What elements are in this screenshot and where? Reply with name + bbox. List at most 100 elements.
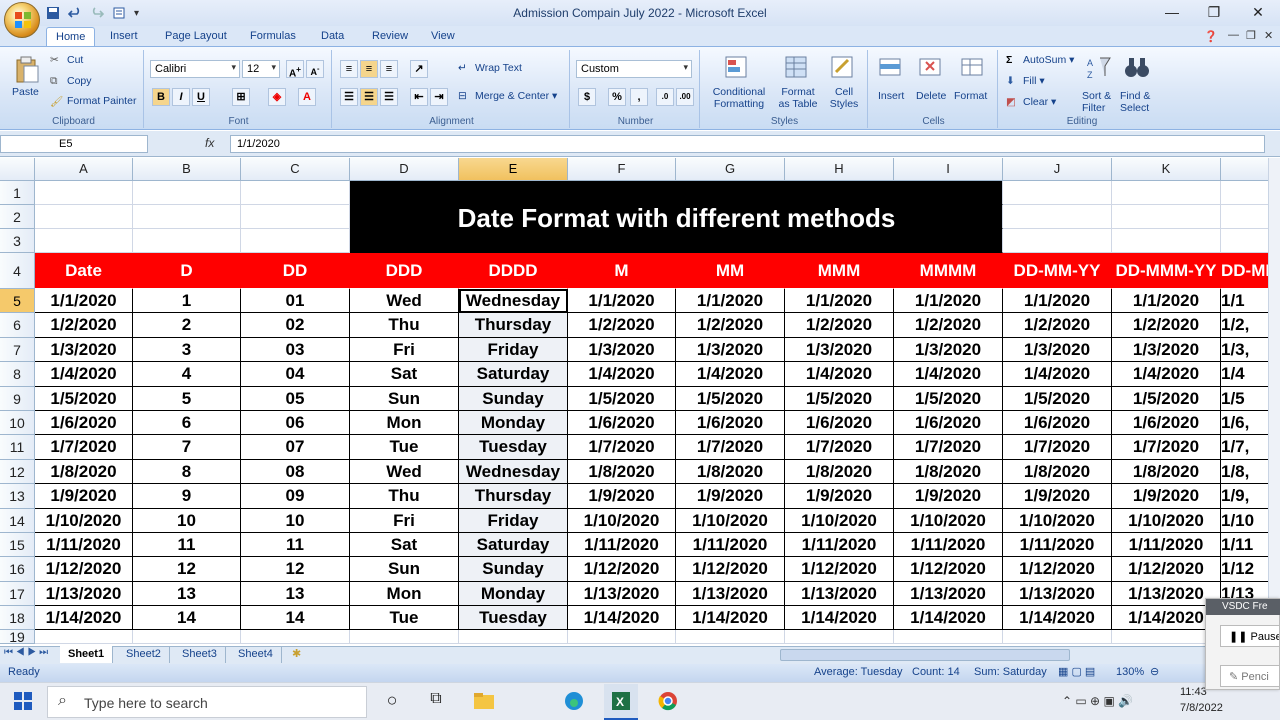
day-cell[interactable]: 10 [133, 508, 241, 533]
formatted-date-cell[interactable]: 1/13/2020 [785, 581, 894, 607]
formatted-date-cell[interactable]: 1/7/2020 [676, 435, 785, 460]
weekday-short-cell[interactable]: Sat [350, 362, 459, 387]
row-header[interactable]: 7 [0, 337, 35, 363]
formatted-date-cell[interactable]: 1/6/2020 [676, 410, 785, 436]
row-header[interactable]: 5 [0, 289, 35, 314]
formatted-date-cell[interactable]: 1/6/2020 [1112, 410, 1221, 436]
formatted-date-cell[interactable]: 1/4/2020 [568, 362, 676, 387]
formatted-date-cell[interactable]: 1/2/2020 [1112, 313, 1221, 338]
weekday-long-cell[interactable]: Sunday [459, 386, 568, 411]
formatted-date-cell[interactable]: 1/8/2020 [1112, 459, 1221, 485]
format-as-table-button[interactable]: Format as Table [770, 86, 826, 110]
formatted-date-cell[interactable]: 1/7/2020 [1112, 435, 1221, 460]
formatted-date-cell[interactable]: 1/11/2020 [785, 532, 894, 558]
formatted-date-cell[interactable]: 1/8/2020 [676, 459, 785, 485]
header-cell[interactable]: DD-MM [1221, 253, 1268, 289]
day-cell[interactable]: 1 [133, 289, 241, 314]
empty-cell[interactable] [1112, 205, 1221, 229]
formatted-date-cell[interactable]: 1/5/2020 [676, 386, 785, 411]
horizontal-scrollbar[interactable] [780, 649, 1070, 661]
column-header-k[interactable]: K [1112, 158, 1221, 181]
header-cell[interactable]: DDDD [459, 253, 568, 289]
tab-formulas[interactable]: Formulas [241, 27, 305, 46]
formatted-date-cell[interactable]: 1/14/2020 [676, 606, 785, 631]
weekday-long-cell[interactable]: Wednesday [459, 459, 568, 485]
conditional-formatting-button[interactable]: Conditional Formatting [708, 86, 770, 110]
date-cell[interactable]: 1/5/2020 [35, 386, 133, 411]
formatted-date-cell[interactable]: 1/5/2020 [568, 386, 676, 411]
weekday-long-cell[interactable]: Saturday [459, 362, 568, 387]
header-cell[interactable]: D [133, 253, 241, 289]
formatted-date-cell[interactable]: 1/9/2020 [785, 484, 894, 509]
ribbon-minimize-icon[interactable]: — [1228, 29, 1239, 41]
tab-data[interactable]: Data [312, 27, 353, 46]
formatted-date-cell[interactable]: 1/5/2020 [785, 386, 894, 411]
formatted-date-cell[interactable]: 1/7/2020 [894, 435, 1003, 460]
wrap-text-button[interactable]: ↵ Wrap Text [458, 62, 522, 74]
underline-button[interactable]: U [192, 88, 210, 106]
day-padded-cell[interactable]: 01 [241, 289, 350, 314]
date-cell[interactable]: 1/11/2020 [35, 532, 133, 558]
fill-button[interactable]: ⬇ Fill ▾ [1006, 75, 1045, 87]
formatted-date-cell[interactable]: 1/14/2020 [568, 606, 676, 631]
weekday-long-cell[interactable]: Monday [459, 581, 568, 607]
header-cell[interactable]: M [568, 253, 676, 289]
formatted-date-cell[interactable]: 1/14/2020 [894, 606, 1003, 631]
column-header-c[interactable]: C [241, 158, 350, 181]
system-tray-icons[interactable]: ⌃ ▭ ⊕ ▣ 🔊 [1062, 694, 1133, 708]
tab-home[interactable]: Home [46, 27, 96, 46]
weekday-short-cell[interactable]: Tue [350, 606, 459, 631]
formatted-date-cell[interactable]: 1/3, [1221, 338, 1268, 363]
increase-decimal-icon[interactable]: .0 [656, 88, 674, 106]
formatted-date-cell[interactable]: 1/13/2020 [894, 581, 1003, 607]
row-header[interactable]: 12 [0, 459, 35, 485]
paste-button[interactable]: Paste [12, 86, 39, 98]
day-padded-cell[interactable]: 07 [241, 435, 350, 460]
formatted-date-cell[interactable]: 1/6/2020 [785, 410, 894, 436]
formatted-date-cell[interactable]: 1/5 [1221, 387, 1268, 411]
weekday-long-cell[interactable]: Tuesday [459, 435, 568, 460]
day-cell[interactable]: 8 [133, 459, 241, 485]
formatted-date-cell[interactable]: 1/2/2020 [1003, 313, 1112, 338]
percent-button[interactable]: % [608, 88, 626, 106]
formatted-date-cell[interactable]: 1/12/2020 [785, 557, 894, 582]
row-header[interactable]: 6 [0, 313, 35, 338]
format-as-table-icon[interactable] [782, 54, 812, 82]
clock-time[interactable]: 11:43 [1180, 686, 1207, 698]
date-cell[interactable]: 1/4/2020 [35, 362, 133, 387]
formatted-date-cell[interactable]: 1/11/2020 [568, 532, 676, 558]
formatted-date-cell[interactable]: 1/6/2020 [568, 410, 676, 436]
fill-color-icon[interactable]: ◈ [268, 88, 286, 106]
day-padded-cell[interactable]: 03 [241, 337, 350, 363]
column-header-h[interactable]: H [785, 158, 894, 181]
empty-cell[interactable] [133, 229, 241, 253]
formatted-date-cell[interactable]: 1/8/2020 [1003, 459, 1112, 485]
minimize-button[interactable]: — [1162, 4, 1182, 20]
formatted-date-cell[interactable]: 1/11/2020 [676, 532, 785, 558]
weekday-long-cell[interactable]: Saturday [459, 532, 568, 558]
insert-cells-icon[interactable] [876, 54, 906, 82]
formatted-date-cell[interactable]: 1/11/2020 [1112, 532, 1221, 558]
empty-cell[interactable] [35, 181, 133, 205]
formatted-date-cell[interactable]: 1/13/2020 [1003, 581, 1112, 607]
empty-cell[interactable] [1221, 229, 1268, 253]
formatted-date-cell[interactable]: 1/2/2020 [676, 313, 785, 338]
formatted-date-cell[interactable]: 1/8/2020 [785, 459, 894, 485]
row-header[interactable]: 3 [0, 229, 35, 253]
empty-cell[interactable] [35, 630, 133, 645]
column-header-b[interactable]: B [133, 158, 241, 181]
header-cell[interactable]: MMM [785, 253, 894, 289]
formatted-date-cell[interactable]: 1/2, [1221, 313, 1268, 338]
formatted-date-cell[interactable]: 1/3/2020 [1112, 337, 1221, 363]
day-cell[interactable]: 4 [133, 362, 241, 387]
column-header-partial[interactable] [1221, 158, 1268, 181]
date-cell[interactable]: 1/6/2020 [35, 410, 133, 436]
date-cell[interactable]: 1/9/2020 [35, 484, 133, 509]
view-buttons-icon[interactable]: ▦ ▢ ▤ [1058, 665, 1095, 678]
formatted-date-cell[interactable]: 1/12/2020 [894, 557, 1003, 582]
empty-cell[interactable] [241, 229, 350, 253]
weekday-short-cell[interactable]: Tue [350, 435, 459, 460]
tab-view[interactable]: View [422, 27, 464, 46]
formatted-date-cell[interactable]: 1/2/2020 [568, 313, 676, 338]
empty-cell[interactable] [568, 630, 676, 645]
